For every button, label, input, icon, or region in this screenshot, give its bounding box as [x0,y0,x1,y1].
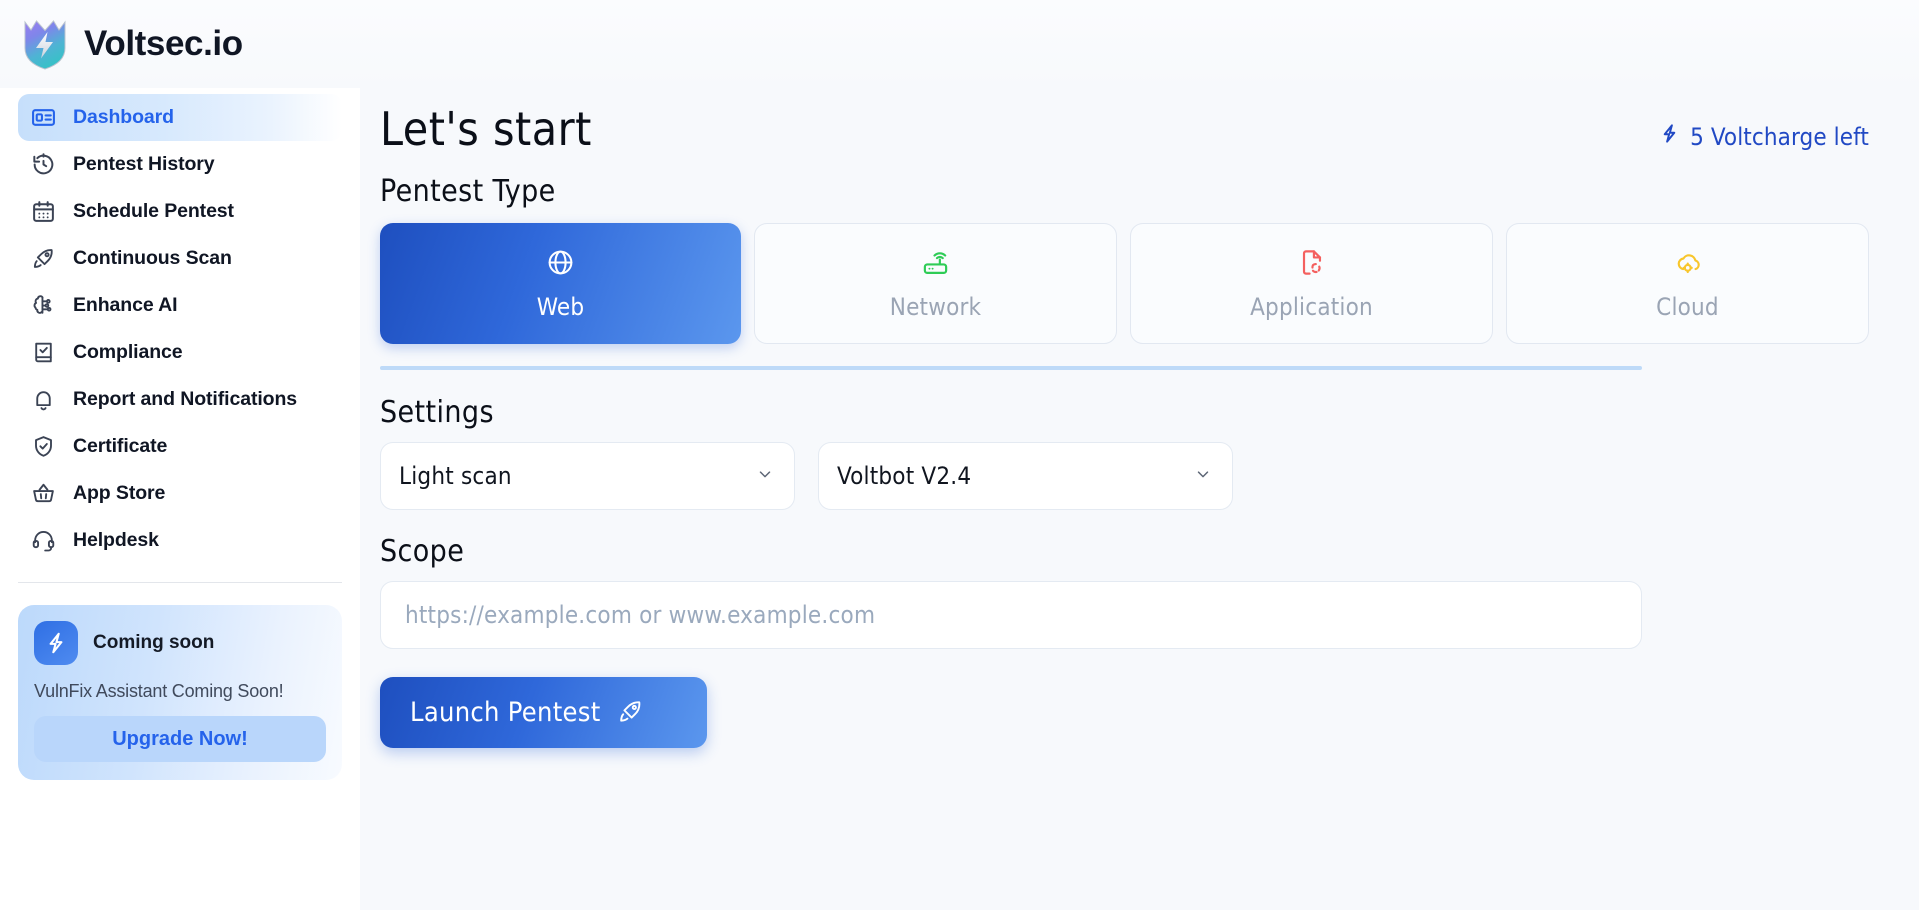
settings-heading: Settings [380,395,494,430]
sidebar-item-pentest-history[interactable]: Pentest History [18,141,342,188]
sidebar-item-label: Helpdesk [73,529,159,551]
sidebar-item-label: Certificate [73,435,168,457]
pentest-type-cloud[interactable]: Cloud [1506,223,1869,344]
chevron-down-icon [1194,465,1212,488]
pentest-type-heading: Pentest Type [380,174,556,209]
voltcharge-credits[interactable]: 5 Voltcharge left [1658,122,1869,151]
sidebar-item-label: Compliance [73,341,183,363]
bot-version-select[interactable]: Voltbot V2.4 [818,442,1233,510]
rocket-icon [30,245,57,272]
brain-circuit-icon [30,292,57,319]
pentest-type-network[interactable]: Network [754,223,1117,344]
sidebar-item-helpdesk[interactable]: Helpdesk [18,517,342,564]
pentest-type-web[interactable]: Web [380,223,741,344]
basket-icon [30,480,57,507]
calendar-icon [30,198,57,225]
rocket-icon [617,698,644,728]
promo-card: Coming soon VulnFix Assistant Coming Soo… [18,605,342,780]
brand-name: Voltsec.io [84,24,243,63]
bolt-icon [34,621,78,665]
bolt-icon [1658,122,1681,151]
sidebar-nav: Dashboard Pentest History Schedule Pente… [18,94,342,564]
file-scan-icon [1297,247,1326,279]
scan-depth-select[interactable]: Light scan [380,442,795,510]
settings-section: Settings Light scan Voltbot V2.4 [380,395,1869,510]
pentest-type-label: Cloud [1656,292,1719,321]
headset-icon [30,527,57,554]
upgrade-now-button[interactable]: Upgrade Now! [34,716,326,762]
sidebar-item-label: App Store [73,482,166,504]
sidebar-item-label: Enhance AI [73,294,178,316]
cloud-cog-icon [1673,247,1702,279]
sidebar-divider [18,582,342,583]
sidebar-item-enhance-ai[interactable]: Enhance AI [18,282,342,329]
sidebar: Dashboard Pentest History Schedule Pente… [0,88,360,910]
pentest-type-label: Network [889,292,982,321]
history-clock-icon [30,151,57,178]
scope-heading: Scope [380,534,465,569]
main-content: Let's start 5 Voltcharge left Pentest Ty… [360,88,1919,910]
page-title: Let's start [380,102,592,156]
book-check-icon [30,339,57,366]
bell-icon [30,386,57,413]
promo-header: Coming soon [34,621,326,665]
shield-bolt-logo-icon [24,20,66,70]
launch-pentest-button[interactable]: Launch Pentest [380,677,707,748]
sidebar-item-label: Continuous Scan [73,247,232,269]
section-divider [380,366,1642,370]
sidebar-item-report-and-notifications[interactable]: Report and Notifications [18,376,342,423]
router-wifi-icon [921,247,950,279]
launch-pentest-label: Launch Pentest [410,697,601,728]
voltcharge-label: 5 Voltcharge left [1690,122,1869,151]
id-card-icon [30,104,57,131]
sidebar-item-app-store[interactable]: App Store [18,470,342,517]
bot-version-value: Voltbot V2.4 [837,462,972,490]
pentest-type-application[interactable]: Application [1130,223,1493,344]
pentest-type-section: Pentest Type Web Network Application Clo… [380,174,1869,370]
sidebar-item-compliance[interactable]: Compliance [18,329,342,376]
sidebar-item-schedule-pentest[interactable]: Schedule Pentest [18,188,342,235]
globe-icon [546,247,575,279]
pentest-type-label: Web [536,292,585,321]
promo-subtitle: VulnFix Assistant Coming Soon! [34,681,284,701]
top-bar: Voltsec.io [0,0,1919,88]
sidebar-item-dashboard[interactable]: Dashboard [18,94,342,141]
pentest-type-options: Web Network Application Cloud [380,223,1869,344]
sidebar-item-continuous-scan[interactable]: Continuous Scan [18,235,342,282]
sidebar-item-label: Report and Notifications [73,388,298,410]
sidebar-item-label: Pentest History [73,153,215,175]
brand[interactable]: Voltsec.io [22,18,243,70]
shield-check-icon [30,433,57,460]
chevron-down-icon [756,465,774,488]
pentest-type-label: Application [1250,292,1373,321]
body-split: Dashboard Pentest History Schedule Pente… [0,88,1919,910]
main-header: Let's start 5 Voltcharge left [380,102,1869,156]
settings-selects: Light scan Voltbot V2.4 [380,442,1869,510]
app-root: Voltsec.io Dashboard Pentest History Sch… [0,0,1919,910]
sidebar-item-label: Schedule Pentest [73,200,234,222]
scope-input[interactable] [380,581,1642,649]
scan-depth-value: Light scan [399,462,512,490]
promo-title: Coming soon [93,632,215,653]
sidebar-item-certificate[interactable]: Certificate [18,423,342,470]
scope-section: Scope [380,534,1869,649]
sidebar-item-label: Dashboard [73,106,174,128]
